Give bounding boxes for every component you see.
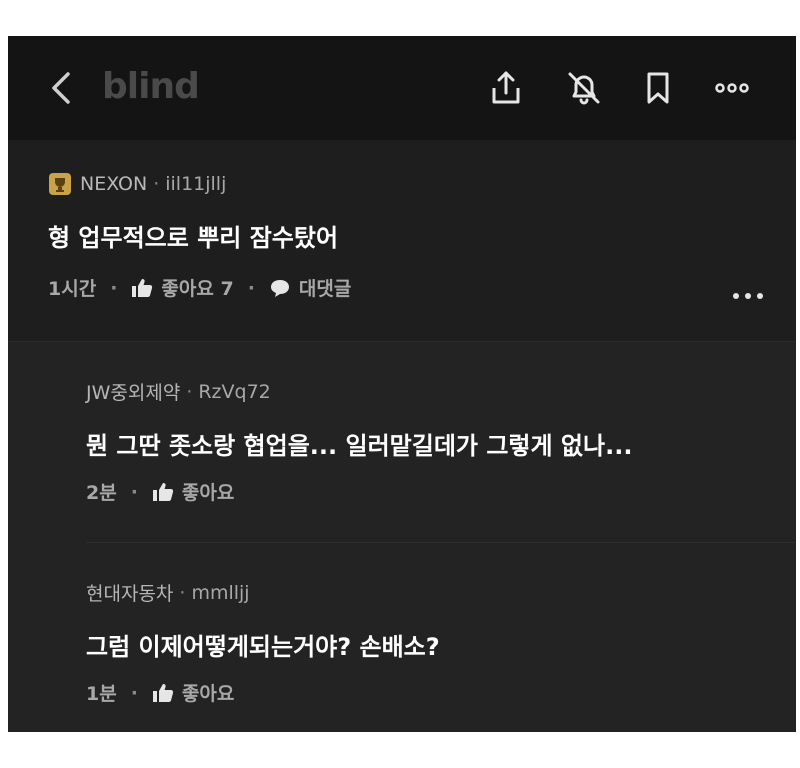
comment-item: 현대자동차 · mmlljj 그럼 이제어떻게되는거야? 손배소? 1분 · 좋… [86, 542, 796, 732]
post-footer: 1시간 · 좋아요 7 · 대댓글 [48, 274, 351, 301]
thumbs-up-icon [132, 278, 153, 297]
thumbs-up-icon [152, 482, 174, 501]
meta-separator: · [186, 380, 193, 403]
comment-author[interactable]: 현대자동차 · mmlljj [86, 579, 250, 606]
share-button[interactable] [486, 68, 526, 108]
footer-separator: · [110, 276, 118, 299]
blind-logo[interactable]: blind [102, 66, 200, 107]
bell-off-icon [568, 72, 600, 105]
top-bar: blind [8, 36, 796, 140]
post-author[interactable]: NEXON · iil11jllj [48, 172, 226, 196]
verified-badge-icon [49, 173, 71, 195]
post-company: NEXON [80, 173, 148, 195]
comment-nickname: mmlljj [191, 581, 250, 604]
post-time: 1시간 [48, 278, 97, 300]
footer-separator: · [130, 681, 138, 704]
post-reply-label: 대댓글 [298, 278, 352, 300]
app-screen: blind NEXON · iil11jllj 형 업무적으로 뿌리 잠수탔어 … [8, 36, 796, 732]
comment-author[interactable]: JW중외제약 · RzVq72 [86, 378, 271, 405]
post-like-label: 좋아요 7 [161, 278, 234, 300]
comment-text: 그럼 이제어떻게되는거야? 손배소? [86, 633, 440, 661]
post-nickname: iil11jllj [165, 173, 227, 195]
comment-time: 2분 [86, 482, 117, 504]
meta-separator: · [179, 581, 186, 604]
bookmark-button[interactable] [638, 68, 678, 108]
back-arrow-icon [52, 72, 70, 104]
comment-item: JW중외제약 · RzVq72 뭔 그딴 좃소랑 협업을... 일러맡길데가 그… [86, 342, 796, 542]
back-button[interactable] [44, 68, 80, 108]
comment-like-label: 좋아요 [181, 683, 235, 705]
more-horizontal-icon [733, 293, 763, 299]
comment-text: 뭔 그딴 좃소랑 협업을... 일러맡길데가 그렇게 없나... [86, 432, 633, 460]
meta-separator: · [153, 173, 160, 195]
footer-separator: · [130, 480, 138, 503]
thumbs-up-icon [152, 683, 174, 702]
speech-bubble-icon [270, 279, 289, 297]
comment-like-button[interactable]: 좋아요 [152, 478, 234, 505]
post-more-button[interactable] [728, 286, 768, 306]
comment-list: JW중외제약 · RzVq72 뭔 그딴 좃소랑 협업을... 일러맡길데가 그… [8, 342, 796, 732]
original-post: NEXON · iil11jllj 형 업무적으로 뿌리 잠수탔어 1시간 · … [8, 140, 796, 342]
post-reply-button[interactable]: 대댓글 [269, 274, 351, 301]
comment-footer: 1분 · 좋아요 [86, 679, 234, 706]
comment-time: 1분 [86, 683, 117, 705]
post-text: 형 업무적으로 뿌리 잠수탔어 [48, 224, 339, 252]
comment-nickname: RzVq72 [198, 380, 271, 403]
post-like-button[interactable]: 좋아요 7 [131, 274, 234, 301]
comment-like-button[interactable]: 좋아요 [152, 679, 234, 706]
bookmark-icon [647, 72, 669, 104]
comment-footer: 2분 · 좋아요 [86, 478, 234, 505]
footer-separator-2: · [247, 276, 255, 299]
comment-company: JW중외제약 [86, 382, 181, 404]
share-icon [492, 71, 520, 104]
comment-like-label: 좋아요 [181, 482, 235, 504]
more-options-button[interactable] [712, 68, 752, 108]
more-horizontal-icon [715, 83, 749, 93]
comment-company: 현대자동차 [86, 583, 174, 605]
notification-off-button[interactable] [564, 68, 604, 108]
